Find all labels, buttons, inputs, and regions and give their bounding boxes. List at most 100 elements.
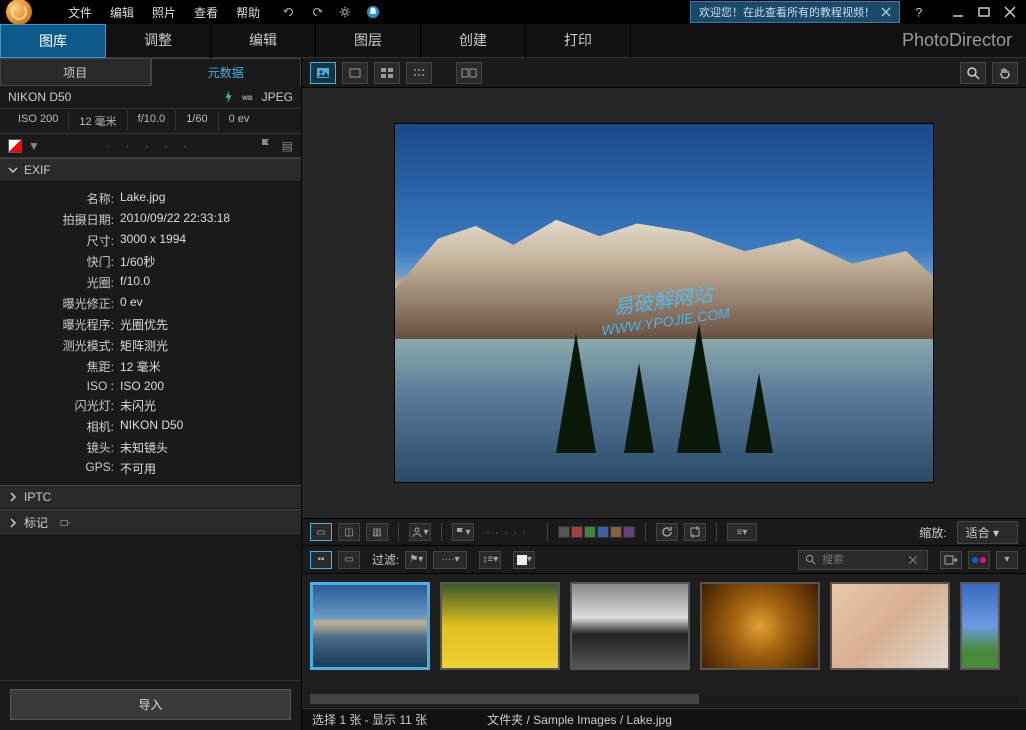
right-panel: 易破解网站 WWW.YPOJIE.COM ▭ ◫ ▥ ▾ ▾ ····· ≡▾ … <box>302 58 1026 730</box>
menu-view[interactable]: 查看 <box>194 4 218 21</box>
clear-search-icon[interactable] <box>908 555 918 565</box>
menu-help[interactable]: 帮助 <box>236 4 260 21</box>
thumbnail-6[interactable] <box>960 582 1000 670</box>
left-tab-metadata[interactable]: 元数据 <box>151 58 302 86</box>
tab-print[interactable]: 打印 <box>526 24 631 58</box>
face-tag-button[interactable]: ▾ <box>409 523 431 541</box>
crop-button[interactable] <box>684 523 706 541</box>
thumbnails-strip <box>302 574 1026 694</box>
status-bar: 选择 1 张 - 显示 11 张 文件夹 / Sample Images / L… <box>302 708 1026 730</box>
color-labels[interactable] <box>558 526 635 538</box>
sort-button[interactable]: ≡▾ <box>727 523 757 541</box>
tab-create[interactable]: 创建 <box>421 24 526 58</box>
pan-tool[interactable] <box>992 62 1018 84</box>
layout-single[interactable]: ▭ <box>310 523 332 541</box>
close-window-icon[interactable] <box>1004 6 1016 18</box>
flag-button[interactable]: ▾ <box>452 523 474 541</box>
left-panel: 项目 元数据 NIKON D50 WB JPEG ISO 200 12 毫米 f… <box>0 58 302 730</box>
flash-icon <box>222 90 236 104</box>
meta-iso: ISO 200 <box>8 111 69 131</box>
chevron-right-icon <box>8 492 18 502</box>
zoom-tool[interactable] <box>960 62 986 84</box>
import-button[interactable]: 导入 <box>10 689 291 720</box>
app-logo[interactable] <box>6 0 32 25</box>
layout-split[interactable]: ◫ <box>338 523 360 541</box>
minimize-icon[interactable] <box>952 6 964 18</box>
export-button[interactable] <box>940 551 962 569</box>
mid-toolbar: ▭ ◫ ▥ ▾ ▾ ····· ≡▾ 缩放: 适合 ▾ <box>302 518 1026 546</box>
gear-icon[interactable] <box>338 5 352 19</box>
preview-image: 易破解网站 WWW.YPOJIE.COM <box>394 123 934 483</box>
notification-banner[interactable]: 欢迎您！在此查看所有的教程视频！ <box>690 1 900 23</box>
thumbnails-scrollbar[interactable] <box>310 694 1018 704</box>
preview-area[interactable]: 易破解网站 WWW.YPOJIE.COM <box>302 88 1026 518</box>
bell-icon[interactable] <box>366 5 380 19</box>
redo-icon[interactable] <box>310 5 324 19</box>
filter-flag[interactable]: ⚑▾ <box>405 551 427 569</box>
tab-adjust[interactable]: 调整 <box>106 24 211 58</box>
filter-sort[interactable]: ↕≡▾ <box>479 551 501 569</box>
flag-icon[interactable] <box>260 138 272 150</box>
rotate-button[interactable] <box>656 523 678 541</box>
thumbnail-4[interactable] <box>700 582 820 670</box>
thumb-size-small[interactable]: ▪▪ <box>310 551 332 569</box>
thumbnail-2[interactable] <box>440 582 560 670</box>
filter-toolbar: ▪▪ ▭ 过滤: ⚑▾ ····▾ ↕≡▾ ▾ ▾ <box>302 546 1026 574</box>
view-single[interactable] <box>310 62 336 84</box>
close-icon[interactable] <box>881 7 891 17</box>
rating-dots[interactable]: · · · · · <box>46 139 254 153</box>
thumbnail-1[interactable] <box>310 582 430 670</box>
exif-body: 名称:Lake.jpg 拍摄日期:2010/09/22 22:33:18 尺寸:… <box>0 182 301 485</box>
tab-edit[interactable]: 编辑 <box>211 24 316 58</box>
view-compare[interactable] <box>456 62 482 84</box>
menu-file[interactable]: 文件 <box>68 4 92 21</box>
color-label-swatch[interactable] <box>8 139 22 153</box>
filter-rating[interactable]: ····▾ <box>433 551 467 569</box>
section-tags[interactable]: 标记 <box>0 509 301 536</box>
meta-focal: 12 毫米 <box>69 111 127 131</box>
filter-color[interactable]: ▾ <box>513 551 535 569</box>
zoom-select[interactable]: 适合 ▾ <box>957 521 1018 544</box>
more-button[interactable]: ▾ <box>996 551 1018 569</box>
status-path: 文件夹 / Sample Images / Lake.jpg <box>487 711 672 728</box>
tab-layers[interactable]: 图层 <box>316 24 421 58</box>
help-icon[interactable]: ? <box>912 5 926 19</box>
section-exif[interactable]: EXIF <box>0 158 301 182</box>
undo-icon[interactable] <box>282 5 296 19</box>
camera-model: NIKON D50 <box>8 90 71 104</box>
meta-shutter: 1/60 <box>176 111 218 131</box>
menu-photo[interactable]: 照片 <box>152 4 176 21</box>
app-brand: PhotoDirector <box>902 30 1012 51</box>
thumbnail-5[interactable] <box>830 582 950 670</box>
maximize-icon[interactable] <box>978 6 990 18</box>
svg-text:?: ? <box>916 5 923 19</box>
view-dots[interactable] <box>406 62 432 84</box>
search-icon <box>805 554 816 565</box>
search-input[interactable] <box>822 554 902 566</box>
menu-bar: 文件 编辑 照片 查看 帮助 <box>68 4 260 21</box>
search-box[interactable] <box>798 550 928 570</box>
svg-text:WB: WB <box>242 95 253 102</box>
zoom-label: 缩放: <box>919 524 946 541</box>
filter-label: 过滤: <box>372 551 399 568</box>
status-selection: 选择 1 张 - 显示 11 张 <box>312 711 427 728</box>
meta-ev: 0 ev <box>219 111 260 131</box>
tab-library[interactable]: 图库 <box>0 24 106 58</box>
thumbnail-3[interactable] <box>570 582 690 670</box>
meta-aperture: f/10.0 <box>128 111 177 131</box>
view-fit[interactable] <box>342 62 368 84</box>
flickr-button[interactable] <box>968 551 990 569</box>
notification-text: 欢迎您！在此查看所有的教程视频！ <box>699 4 875 20</box>
tag-add-icon[interactable] <box>60 518 70 528</box>
menu-edit[interactable]: 编辑 <box>110 4 134 21</box>
thumb-size-large[interactable]: ▭ <box>338 551 360 569</box>
left-tab-project[interactable]: 项目 <box>0 58 151 86</box>
view-toolbar <box>302 58 1026 88</box>
whitebalance-icon: WB <box>242 90 256 104</box>
view-grid[interactable] <box>374 62 400 84</box>
section-iptc[interactable]: IPTC <box>0 485 301 509</box>
titlebar-actions <box>282 5 380 19</box>
layout-triple[interactable]: ▥ <box>366 523 388 541</box>
format-label: JPEG <box>262 90 293 104</box>
meta-strip: ISO 200 12 毫米 f/10.0 1/60 0 ev <box>0 109 301 134</box>
